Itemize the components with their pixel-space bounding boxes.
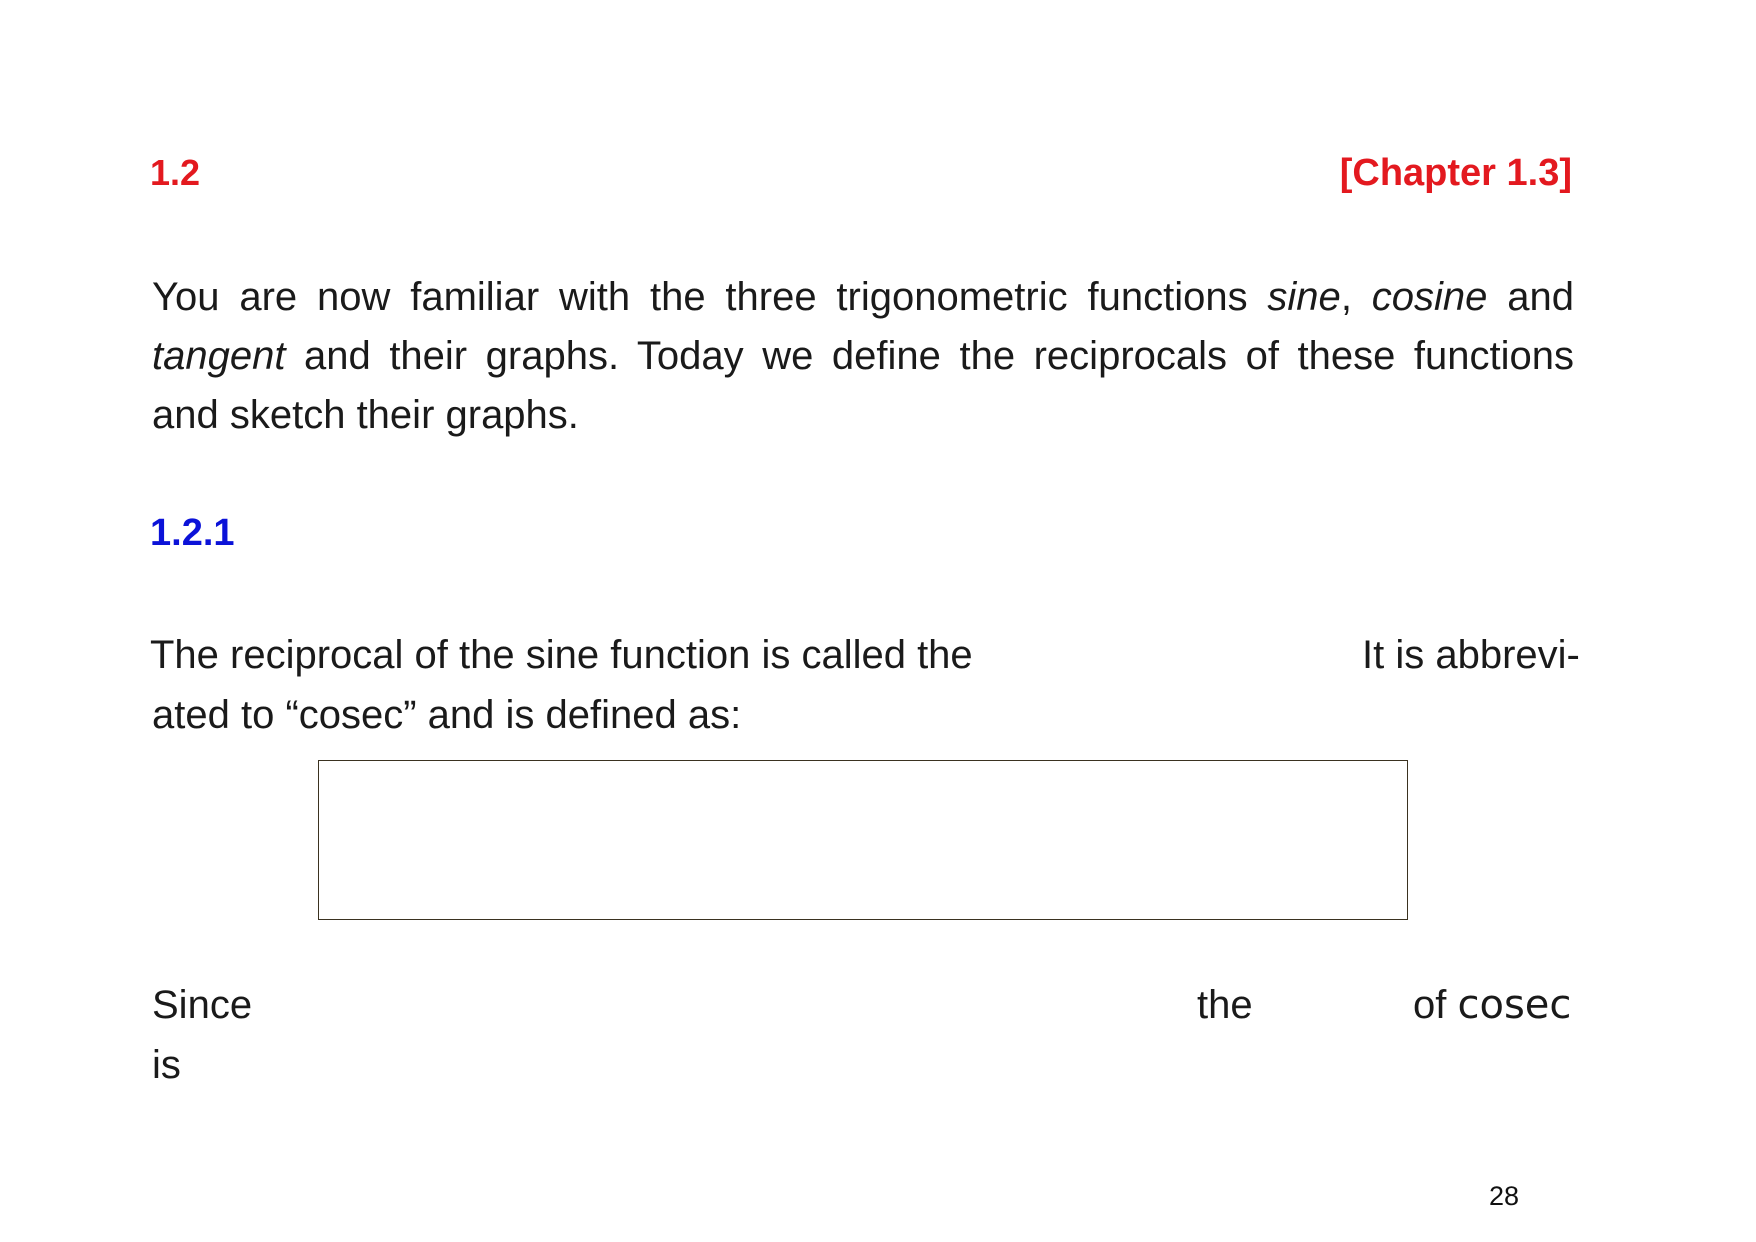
intro-text: You are now familiar with the three trig… xyxy=(152,275,1268,319)
paragraph-2-start: The reciprocal of the sine function is c… xyxy=(150,633,973,677)
paragraph-2-line-2: ated to “cosec” and is defined as: xyxy=(152,693,742,737)
definition-box xyxy=(318,760,1408,920)
intro-comma: , xyxy=(1340,275,1372,319)
paragraph-3-word-the: the xyxy=(1197,983,1253,1027)
intro-and: and xyxy=(1487,275,1574,319)
term-cosine: cosine xyxy=(1371,275,1488,319)
intro-line-2: tangent and their graphs. Today we defin… xyxy=(152,327,1574,386)
page-number: 28 xyxy=(1489,1181,1520,1211)
paragraph-3-line-2: is xyxy=(152,1043,181,1087)
chapter-reference: [Chapter 1.3] xyxy=(1339,152,1572,194)
paragraph-2-continued: It is abbrevi- xyxy=(1362,633,1580,677)
term-cosec: cosec xyxy=(1457,982,1572,1028)
intro-paragraph: You are now familiar with the three trig… xyxy=(152,268,1574,445)
paragraph-3-start: Since xyxy=(152,983,253,1027)
paragraph-3-of-cosec: of cosec xyxy=(1413,976,1571,1035)
subsection-number: 1.2.1 xyxy=(150,512,235,554)
intro-text: and their graphs. Today we define the re… xyxy=(285,334,1574,378)
word-of: of xyxy=(1413,983,1458,1027)
term-tangent: tangent xyxy=(152,334,286,378)
intro-line-3: and sketch their graphs. xyxy=(152,393,579,437)
term-sine: sine xyxy=(1267,275,1341,319)
section-number: 1.2 xyxy=(150,152,201,193)
intro-line-1: You are now familiar with the three trig… xyxy=(152,268,1574,327)
